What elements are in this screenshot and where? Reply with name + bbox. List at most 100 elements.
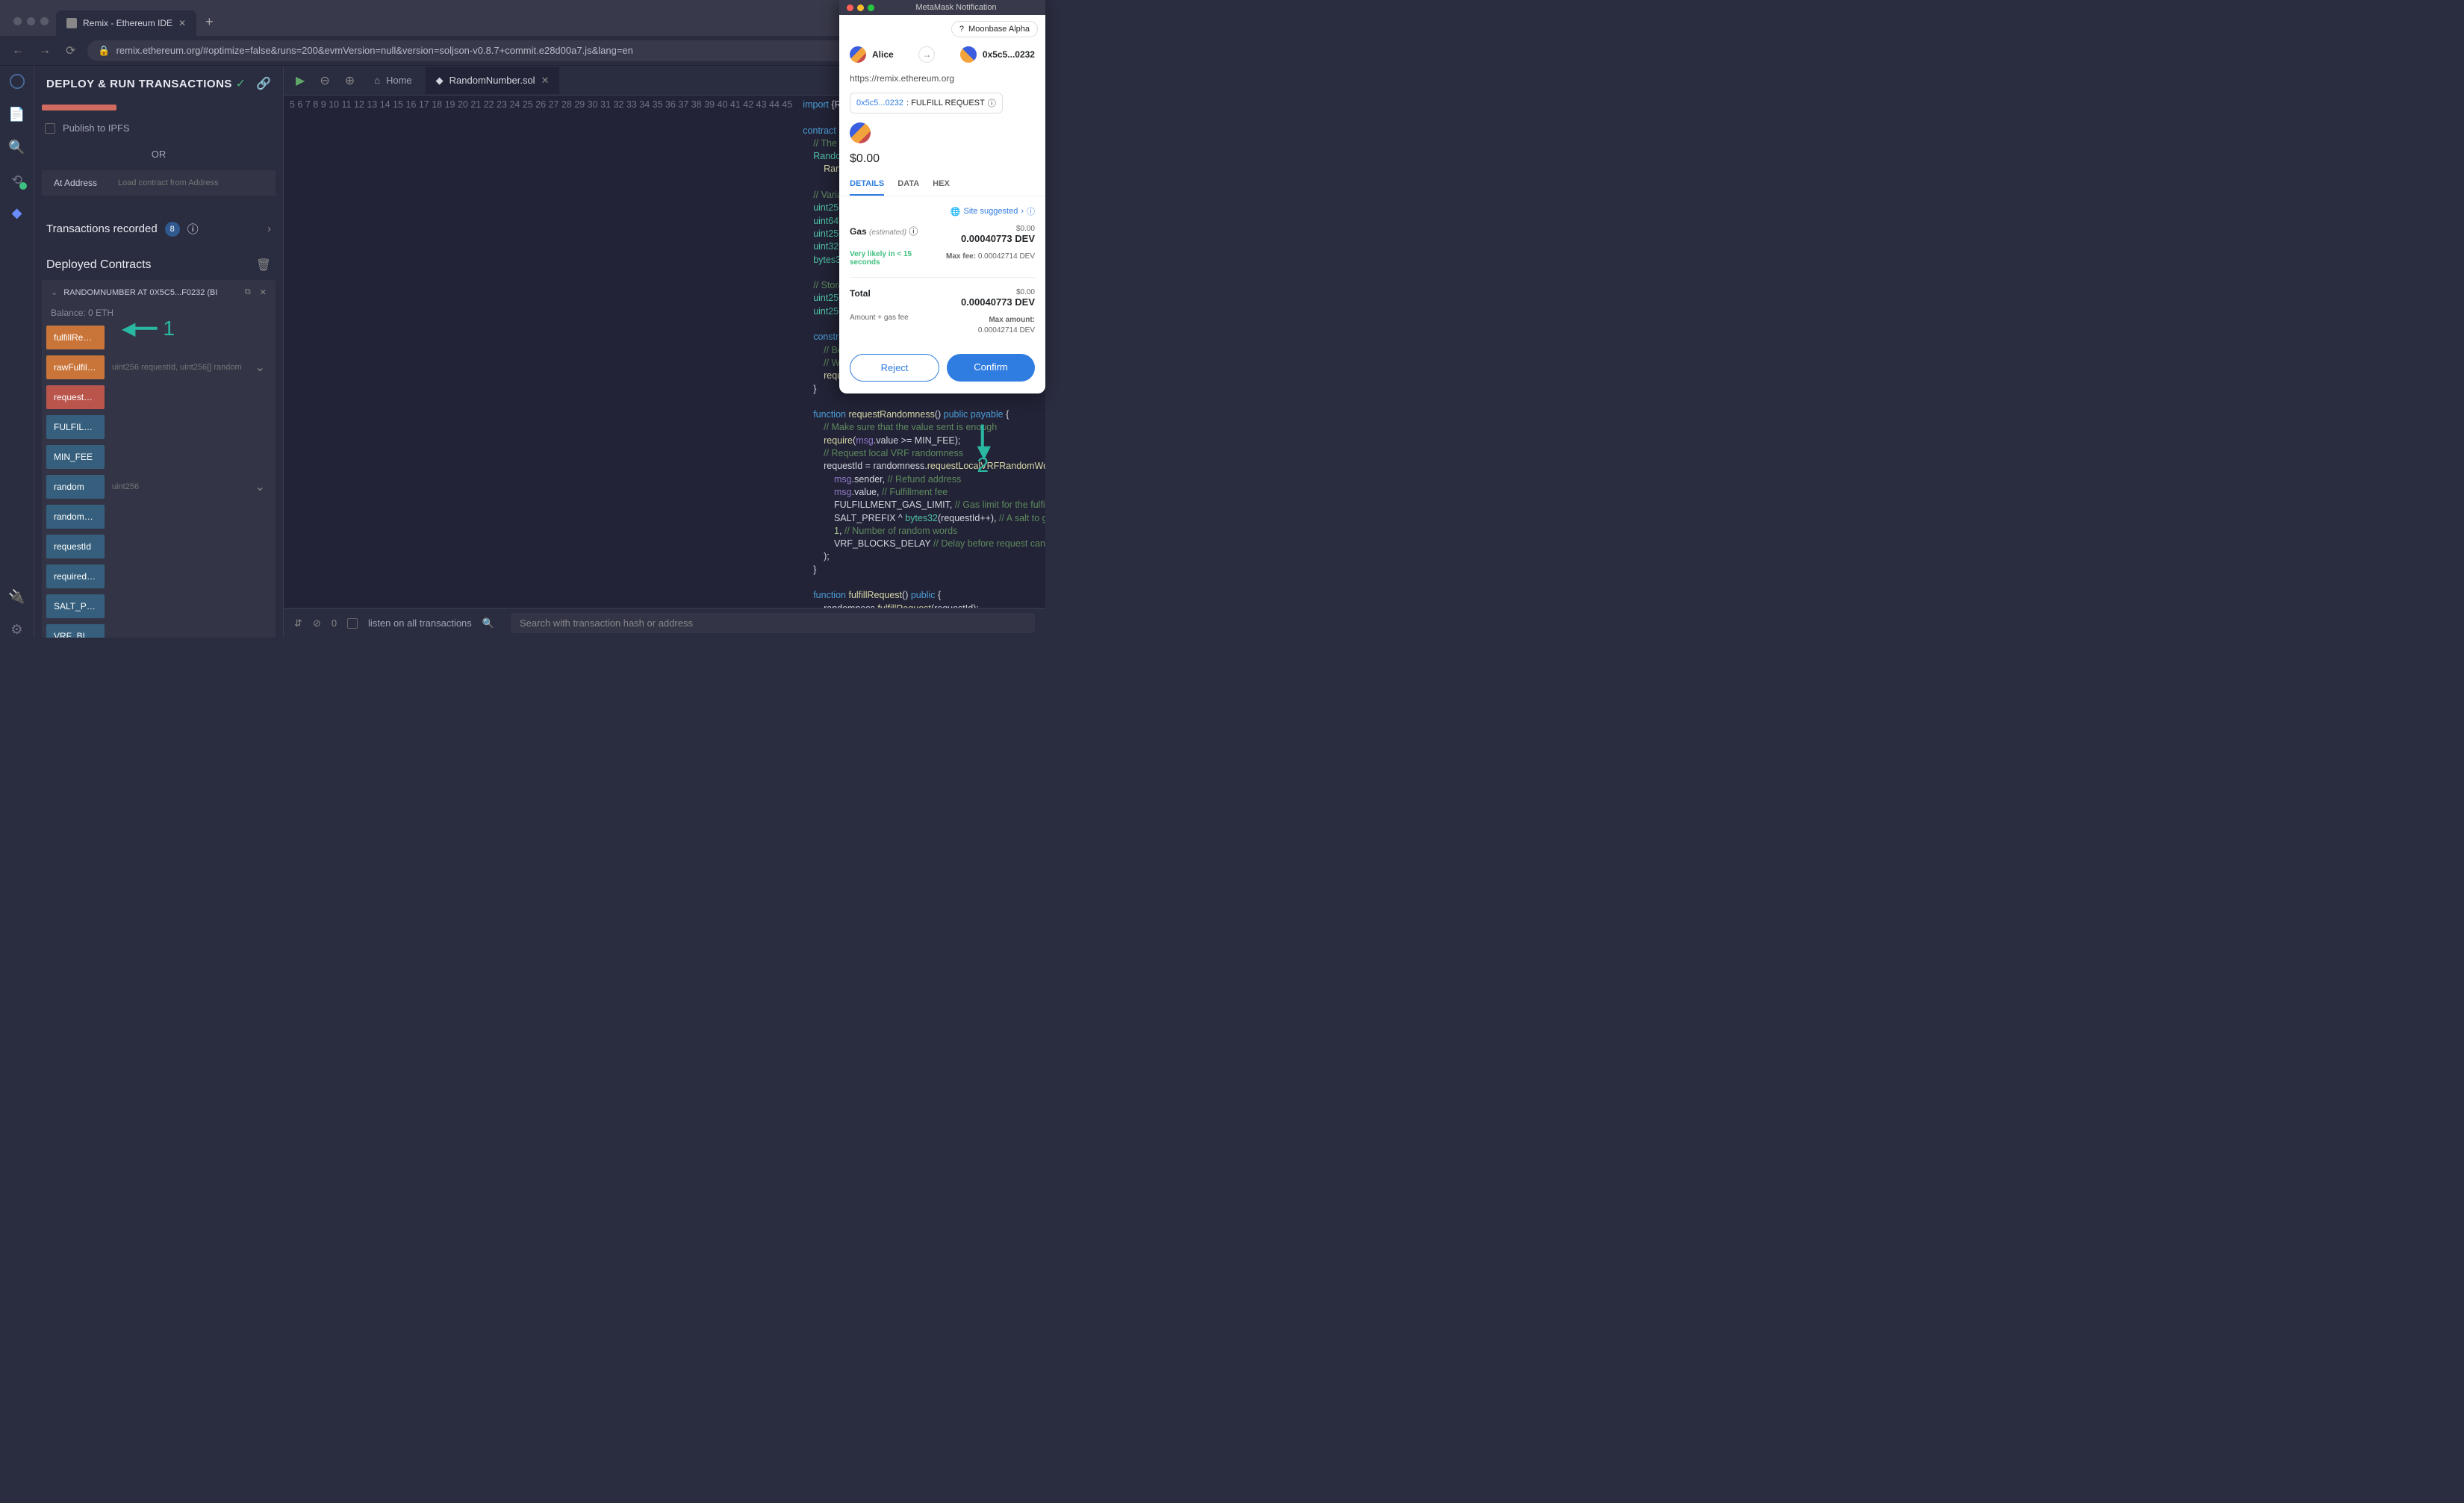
- fn-button-MIN_FEE[interactable]: MIN_FEE: [46, 445, 105, 469]
- listen-label: listen on all transactions: [368, 617, 472, 629]
- fn-row: random ⌄: [46, 475, 271, 499]
- terminal-bar: ⇵ ⊘ 0 listen on all transactions 🔍 Searc…: [284, 608, 1045, 638]
- compiler-icon[interactable]: ⟲: [9, 172, 25, 188]
- browser-tab-active[interactable]: Remix - Ethereum IDE ✕: [56, 10, 196, 36]
- deploy-red-bar: [42, 105, 116, 111]
- remix-logo-icon[interactable]: [9, 73, 25, 90]
- info-icon: ⓘ: [988, 97, 996, 109]
- fn-input[interactable]: [105, 475, 249, 499]
- tab-file[interactable]: ◆ RandomNumber.sol ✕: [426, 67, 560, 94]
- confirm-button[interactable]: Confirm: [947, 354, 1035, 382]
- avatar-icon: [850, 122, 871, 143]
- window-controls[interactable]: [6, 17, 56, 36]
- fn-button-SALT_PREFIX[interactable]: SALT_PREFIX: [46, 594, 105, 618]
- plugin-icon[interactable]: 🔌: [9, 588, 25, 605]
- balance-label: Balance: 0 ETH: [42, 305, 276, 326]
- close-file-icon[interactable]: ✕: [541, 75, 550, 87]
- mm-tab-details[interactable]: DETAILS: [850, 173, 884, 196]
- collapse-icon[interactable]: ⇵: [294, 617, 302, 629]
- fn-row: rawFulfillRand ⌄: [46, 355, 271, 379]
- zoom-in-icon[interactable]: ⊕: [339, 73, 361, 88]
- copy-icon[interactable]: ⧉: [245, 287, 251, 297]
- avatar-icon: [850, 46, 866, 63]
- chevron-down-icon[interactable]: ⌄: [249, 475, 271, 499]
- link-icon[interactable]: 🔗: [256, 76, 271, 91]
- ban-icon[interactable]: ⊘: [313, 617, 321, 629]
- chevron-down-icon: ⌄: [51, 287, 57, 297]
- panel-title: DEPLOY & RUN TRANSACTIONS: [46, 78, 232, 90]
- mm-tab-hex[interactable]: HEX: [933, 173, 950, 196]
- info-icon: ⓘ: [1027, 205, 1035, 217]
- publish-ipfs-row[interactable]: Publish to IPFS: [42, 118, 276, 138]
- mm-network-pill[interactable]: ? Moonbase Alpha: [951, 21, 1038, 37]
- fn-row: SALT_PREFIX: [46, 594, 271, 618]
- deployed-contracts-label: Deployed Contracts: [46, 258, 152, 272]
- mm-tab-data[interactable]: DATA: [897, 173, 919, 196]
- fn-button-randomness[interactable]: randomness: [46, 505, 105, 529]
- check-icon[interactable]: ✓: [236, 76, 246, 91]
- mm-origin: https://remix.ethereum.org: [839, 70, 1045, 87]
- file-explorer-icon[interactable]: 📄: [9, 106, 25, 122]
- fn-button-FULFILLMENT[interactable]: FULFILLMENT: [46, 415, 105, 439]
- fn-row: randomness: [46, 505, 271, 529]
- settings-icon[interactable]: ⚙: [9, 621, 25, 638]
- or-label: OR: [42, 138, 276, 170]
- reload-button[interactable]: ⟳: [63, 40, 78, 61]
- chevron-right-icon: ›: [267, 223, 271, 235]
- fn-button-requestRando[interactable]: requestRando: [46, 385, 105, 409]
- mm-amount: $0.00: [839, 152, 1045, 173]
- question-icon: ?: [959, 25, 964, 34]
- contract-header[interactable]: ⌄ RANDOMNUMBER AT 0X5C5...F0232 (BI ⧉ ✕: [42, 280, 276, 305]
- transactions-recorded[interactable]: Transactions recorded 8 ⓘ ›: [42, 211, 276, 247]
- forward-button[interactable]: →: [36, 41, 54, 60]
- mm-contract-pill: 0x5c5...0232 : FULFILL REQUEST ⓘ: [850, 93, 1003, 113]
- url-text: remix.ethereum.org/#optimize=false&runs=…: [116, 45, 633, 56]
- fn-button-VRF_BLOCKS[interactable]: VRF_BLOCKS: [46, 624, 105, 638]
- lock-icon: 🔒: [98, 45, 110, 57]
- fn-row: MIN_FEE: [46, 445, 271, 469]
- tab-home[interactable]: ⌂ Home: [364, 67, 423, 93]
- trash-icon[interactable]: 🗑: [256, 258, 271, 273]
- fn-button-fulfillRequest[interactable]: fulfillRequest: [46, 326, 105, 349]
- fn-row: requestId: [46, 535, 271, 558]
- mm-site-suggested[interactable]: 🌐 Site suggested › ⓘ: [850, 205, 1035, 217]
- fn-input[interactable]: [105, 355, 249, 379]
- at-address-input[interactable]: [109, 170, 276, 196]
- fn-row: fulfillRequest: [46, 326, 271, 349]
- reject-button[interactable]: Reject: [850, 354, 939, 382]
- back-button[interactable]: ←: [9, 41, 27, 60]
- mm-titlebar: MetaMask Notification: [839, 0, 1045, 15]
- terminal-search-input[interactable]: Search with transaction hash or address: [511, 613, 1035, 633]
- contract-instance: ⌄ RANDOMNUMBER AT 0X5C5...F0232 (BI ⧉ ✕ …: [42, 280, 276, 638]
- run-icon[interactable]: ▶: [290, 73, 311, 88]
- tab-title: Remix - Ethereum IDE: [83, 18, 172, 28]
- publish-checkbox[interactable]: [45, 123, 55, 134]
- listen-checkbox[interactable]: [347, 618, 358, 629]
- fn-button-requiredDepos[interactable]: requiredDepos: [46, 564, 105, 588]
- close-icon[interactable]: ✕: [260, 287, 267, 297]
- fn-button-random[interactable]: random: [46, 475, 105, 499]
- close-tab-icon[interactable]: ✕: [178, 18, 186, 28]
- arrow-right-icon: →: [918, 46, 935, 63]
- chevron-right-icon: ›: [1021, 207, 1024, 216]
- search-icon[interactable]: 🔍: [9, 139, 25, 155]
- fn-row: VRF_BLOCKS: [46, 624, 271, 638]
- fn-row: FULFILLMENT: [46, 415, 271, 439]
- terminal-search-icon[interactable]: 🔍: [482, 617, 494, 629]
- new-tab-button[interactable]: +: [196, 8, 223, 36]
- fn-button-requestId[interactable]: requestId: [46, 535, 105, 558]
- favicon-icon: [66, 18, 77, 28]
- metamask-popup: MetaMask Notification ? Moonbase Alpha A…: [839, 0, 1045, 393]
- icon-sidebar: 📄 🔍 ⟲ ◆ 🔌 ⚙: [0, 66, 34, 638]
- deploy-icon[interactable]: ◆: [9, 205, 25, 221]
- at-address-button[interactable]: At Address: [42, 170, 109, 196]
- zoom-out-icon[interactable]: ⊖: [314, 73, 335, 88]
- info-icon: ⓘ: [909, 226, 918, 237]
- solidity-icon: ◆: [436, 75, 444, 87]
- mm-from-account[interactable]: Alice: [850, 46, 894, 63]
- mm-to-account[interactable]: 0x5c5...0232: [960, 46, 1035, 63]
- deploy-panel: DEPLOY & RUN TRANSACTIONS ✓ 🔗 Publish to…: [34, 66, 284, 638]
- fn-button-rawFulfillRand[interactable]: rawFulfillRand: [46, 355, 105, 379]
- avatar-icon: [960, 46, 977, 63]
- chevron-down-icon[interactable]: ⌄: [249, 355, 271, 379]
